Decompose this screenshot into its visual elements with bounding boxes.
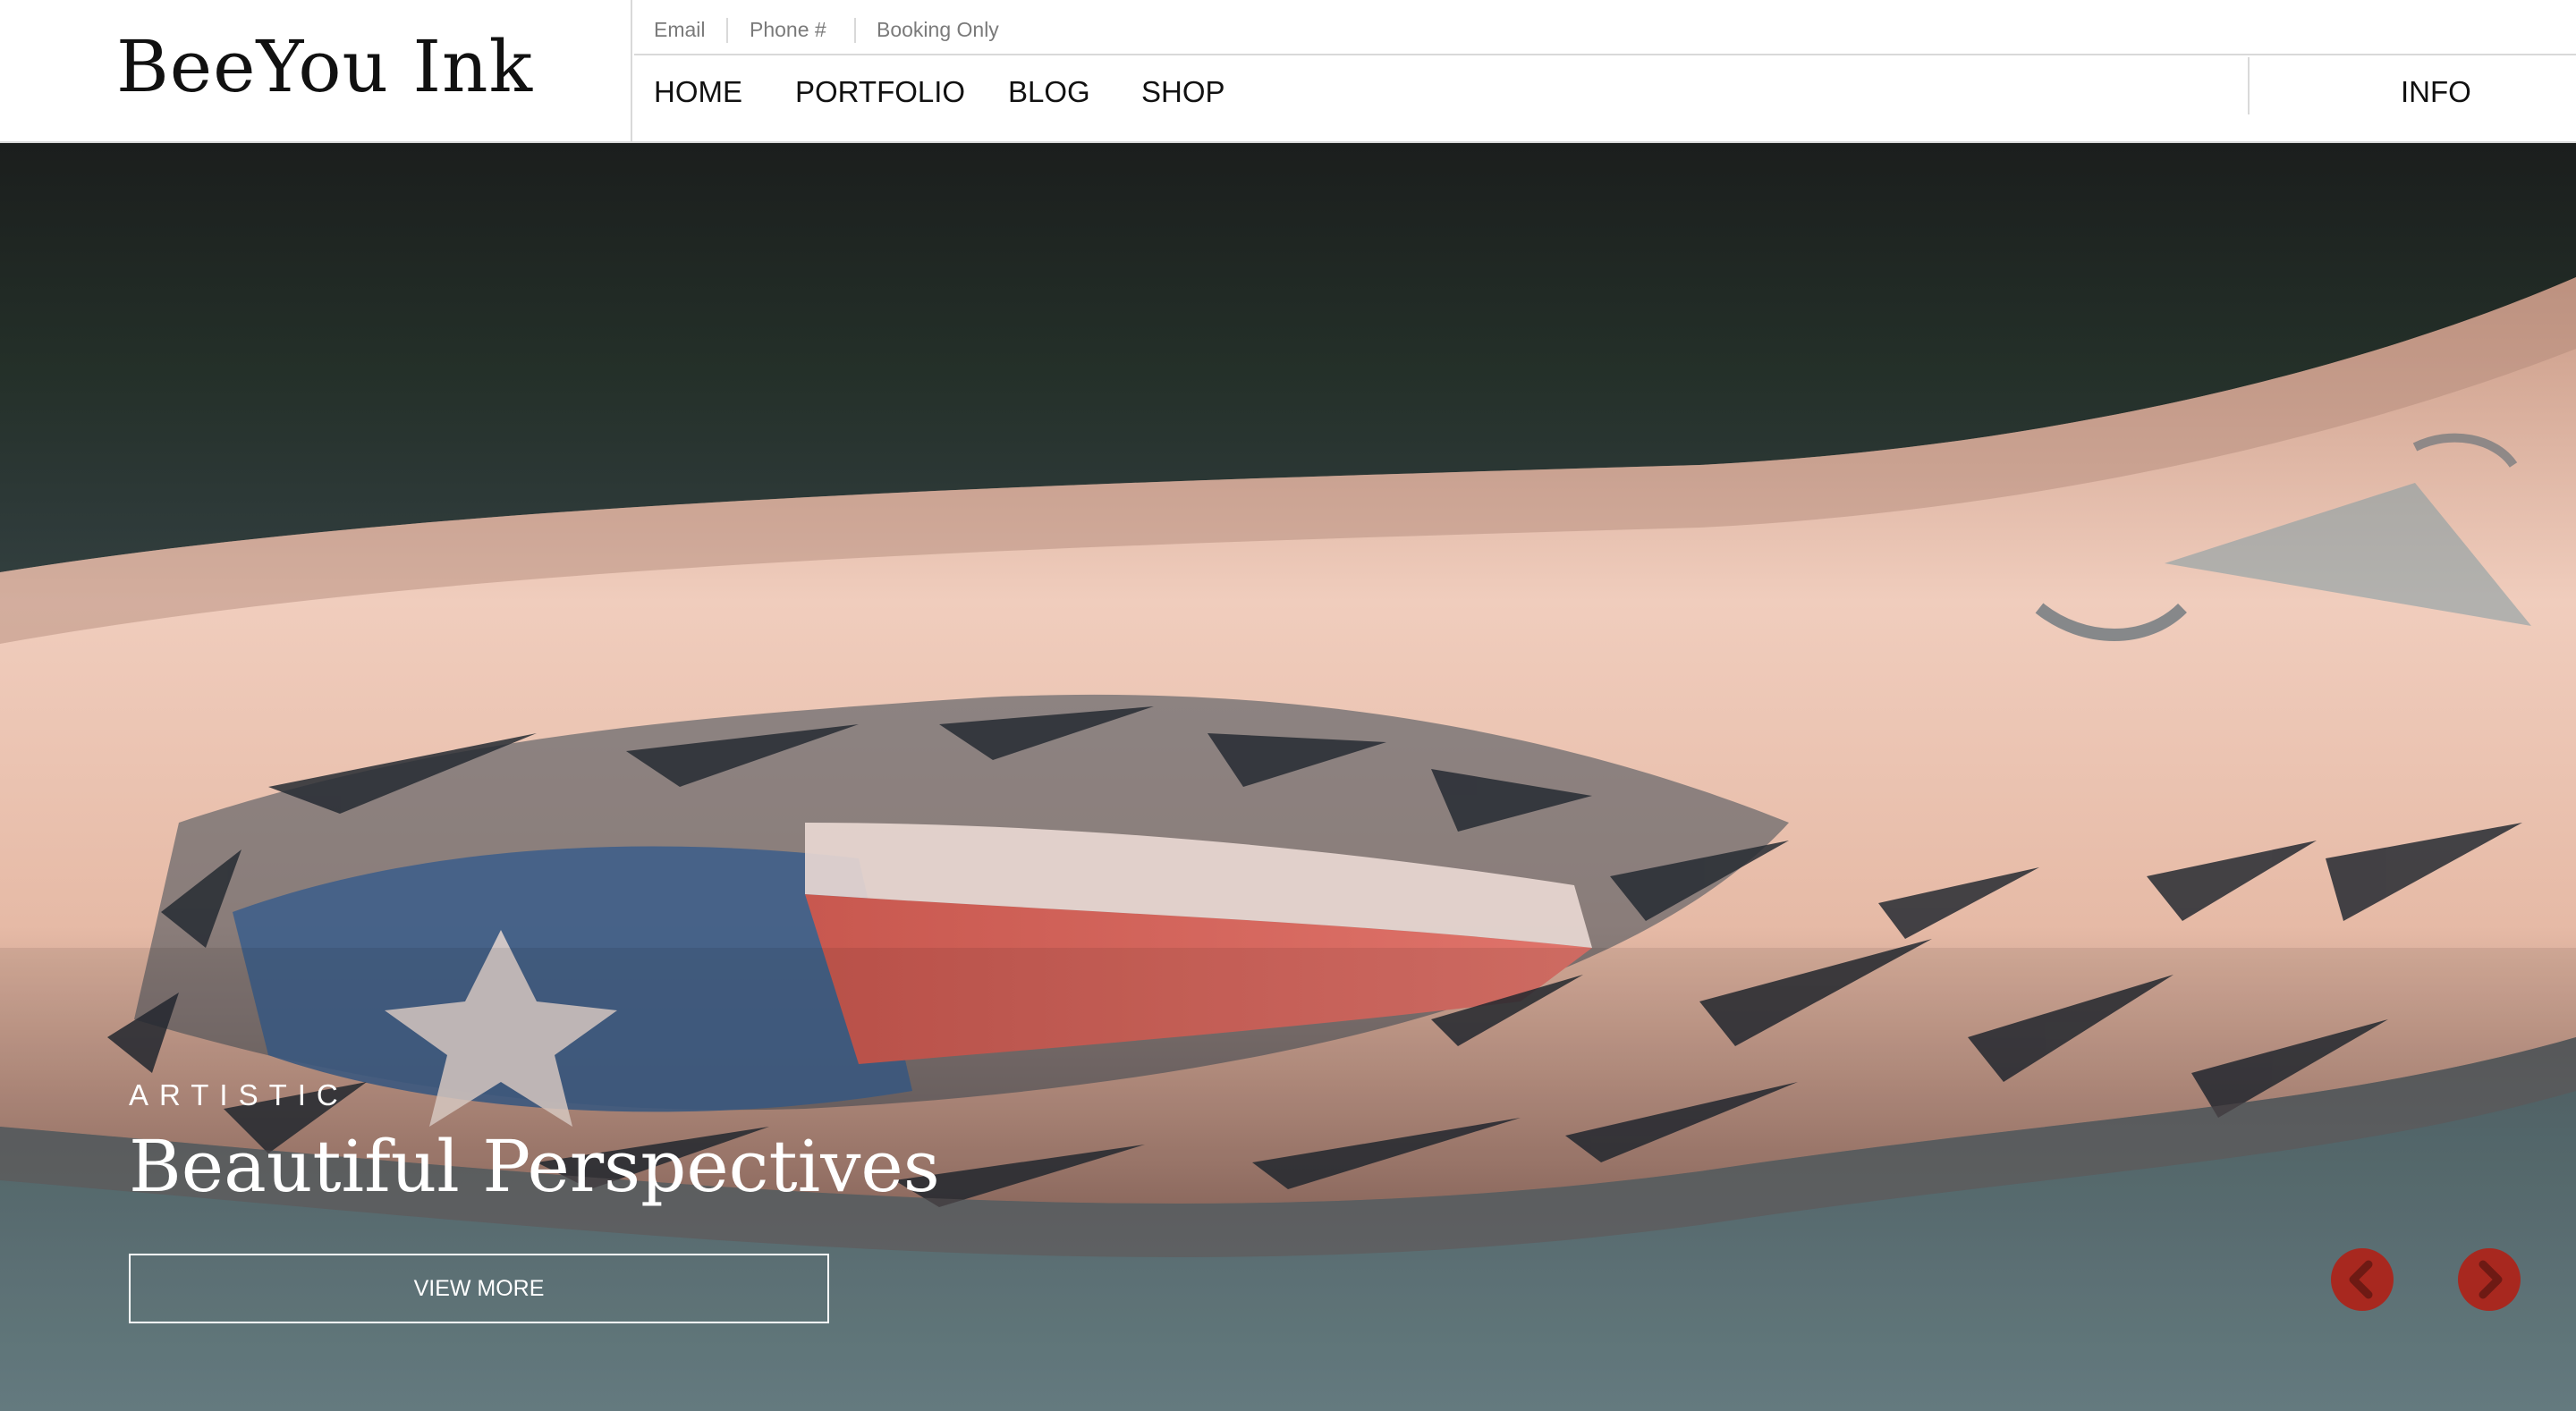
topbar-divider	[854, 18, 856, 43]
slider-prev-button[interactable]	[2331, 1248, 2394, 1311]
nav-home[interactable]: HOME	[654, 75, 742, 109]
topbar-phone-link[interactable]: Phone #	[750, 18, 826, 42]
topbar-email-link[interactable]: Email	[654, 18, 706, 42]
topbar-booking-text: Booking Only	[877, 18, 999, 41]
hero-slider: ARTISTIC Beautiful Perspectives VIEW MOR…	[0, 143, 2576, 1411]
nav-divider	[2248, 57, 2250, 114]
hero-eyebrow: ARTISTIC	[129, 1078, 349, 1111]
view-more-button[interactable]: VIEW MORE	[129, 1254, 829, 1323]
hero-title: Beautiful Perspectives	[129, 1125, 940, 1208]
site-header: BeeYou Ink Email Phone # Booking Only HO…	[0, 0, 2576, 143]
contact-topbar: Email Phone # Booking Only	[634, 0, 2576, 55]
nav-shop[interactable]: SHOP	[1141, 75, 1225, 109]
nav-portfolio[interactable]: PORTFOLIO	[795, 75, 965, 109]
slider-next-button[interactable]	[2458, 1248, 2521, 1311]
logo-area: BeeYou Ink	[0, 0, 632, 141]
chevron-right-icon	[2479, 1260, 2503, 1299]
nav-info[interactable]: INFO	[2401, 75, 2471, 109]
chevron-left-icon	[2349, 1260, 2373, 1299]
nav-blog[interactable]: BLOG	[1008, 75, 1090, 109]
main-nav: HOME PORTFOLIO BLOG SHOP INFO	[634, 57, 2576, 141]
hero-tattoo-image	[0, 277, 2576, 1411]
topbar-divider	[726, 18, 728, 43]
site-logo[interactable]: BeeYou Ink	[116, 25, 533, 108]
